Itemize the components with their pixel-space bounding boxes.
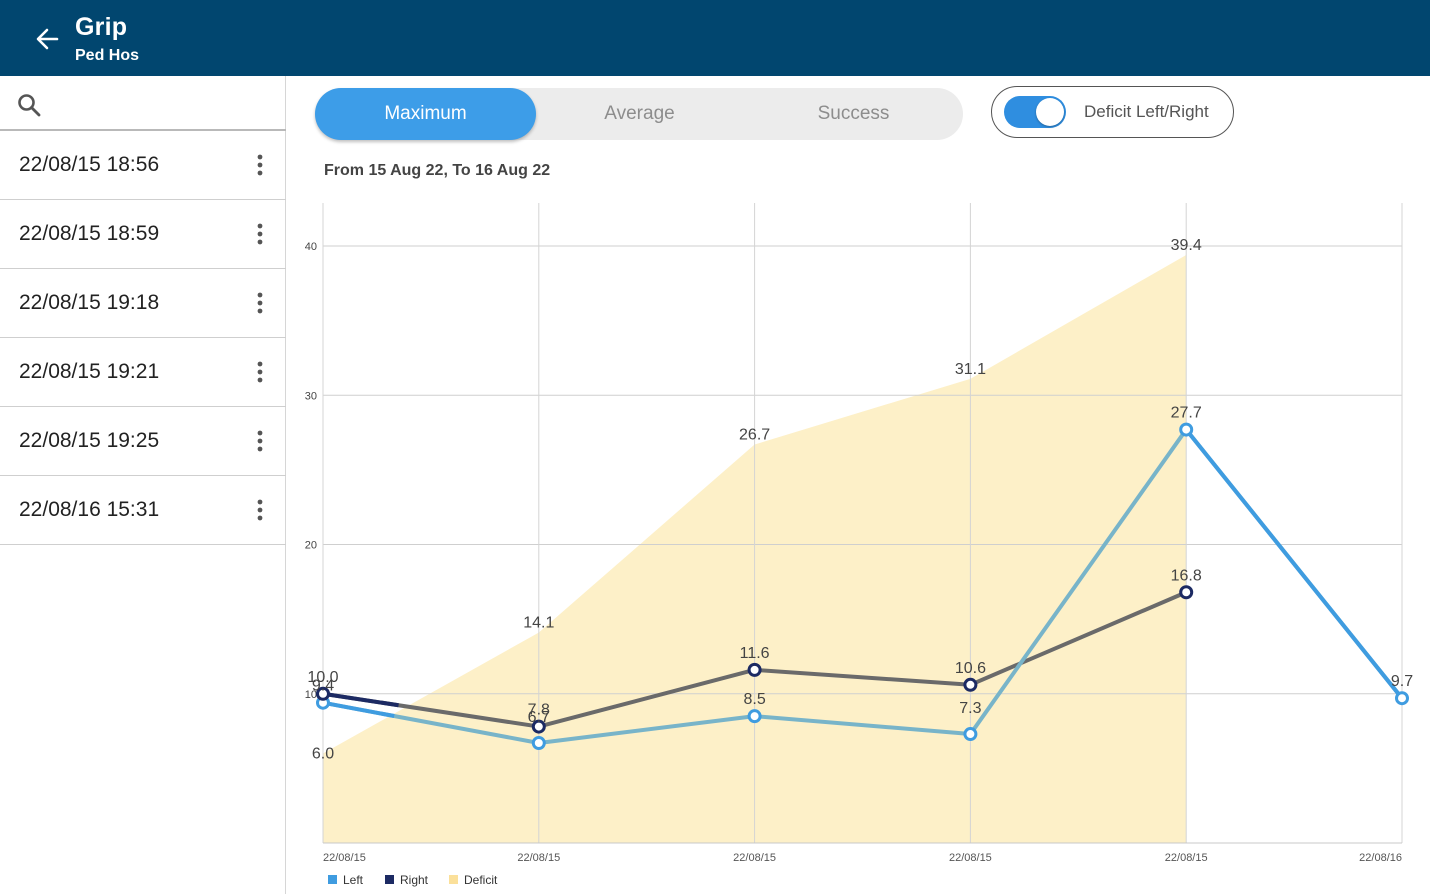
back-arrow-icon[interactable] [30,22,64,56]
deficit-data-label: 31.1 [955,361,986,378]
legend-label: Deficit [464,873,498,887]
session-label: 22/08/15 18:59 [19,222,160,245]
session-label: 22/08/15 19:18 [19,291,160,314]
left-point [747,709,762,724]
main-panel: Maximum Average Success Deficit Left/Rig… [287,76,1430,894]
list-item[interactable]: 22/08/15 18:56 [0,131,286,200]
left-data-label: 7.3 [959,700,981,717]
right-data-label: 10.6 [955,660,986,677]
more-options-icon[interactable] [250,291,270,315]
left-data-label: 6.7 [528,709,550,726]
session-label: 22/08/15 19:21 [19,360,160,383]
left-data-label: 9.7 [1391,673,1413,690]
left-point [1395,691,1409,706]
deficit-data-label: 39.4 [1171,237,1202,254]
session-sidebar: 22/08/15 18:56 22/08/15 18:59 22/08/15 19:… [0,76,286,894]
list-item[interactable]: 22/08/15 19:25 [0,407,286,476]
left-data-label: 27.7 [1171,405,1202,422]
list-item[interactable]: 22/08/16 15:31 [0,476,286,545]
y-tick-label: 30 [305,390,317,402]
x-tick-label: 22/08/15 [1165,852,1208,864]
list-item[interactable]: 22/08/15 19:21 [0,338,286,407]
left-series-segment [1184,428,1404,700]
left-point [963,727,978,742]
left-point [531,736,546,751]
deficit-data-label: 26.7 [739,427,770,444]
x-tick-label: 22/08/15 [323,852,366,864]
y-tick-label: 40 [305,241,317,253]
deficit-data-label: 6.0 [312,745,334,762]
legend-swatch [449,875,458,884]
right-point [963,677,978,692]
session-label: 22/08/15 19:25 [19,429,160,452]
right-point [1179,585,1194,600]
page-title: Grip [75,13,128,41]
search-bar [0,76,286,131]
legend-label: Right [400,873,429,887]
search-input[interactable] [52,84,272,122]
more-options-icon[interactable] [250,222,270,246]
page-subtitle: Ped Hos [75,47,140,64]
more-options-icon[interactable] [250,360,270,384]
legend-swatch [385,875,394,884]
list-item[interactable]: 22/08/15 18:59 [0,200,286,269]
more-options-icon[interactable] [250,153,270,177]
session-label: 22/08/16 15:31 [19,498,160,521]
x-tick-label: 22/08/15 [733,852,776,864]
session-label: 22/08/15 18:56 [19,153,160,176]
more-options-icon[interactable] [250,498,270,522]
left-point [1179,422,1194,437]
x-tick-label: 22/08/15 [517,852,560,864]
right-data-label: 11.6 [740,645,770,662]
deficit-data-label: 14.1 [523,615,554,632]
x-tick-label: 22/08/16 [1359,852,1402,864]
x-tick-label: 22/08/15 [949,852,992,864]
grip-chart: 1020304022/08/15 22/08/15 22/08/15 22/08/15… [305,203,1413,887]
app-header: Grip Ped Hos [0,0,1430,76]
left-data-label: 8.5 [743,691,765,708]
left-data-label: 9.4 [312,678,334,695]
search-icon [18,94,41,117]
more-options-icon[interactable] [250,429,270,453]
list-item[interactable]: 22/08/15 19:18 [0,269,286,338]
legend-swatch [328,875,337,884]
legend-label: Left [343,873,364,887]
session-list: 22/08/15 18:56 22/08/15 18:59 22/08/15 19:… [0,131,286,545]
y-tick-label: 20 [305,540,317,552]
right-data-label: 16.8 [1171,567,1202,584]
right-point [747,662,762,677]
